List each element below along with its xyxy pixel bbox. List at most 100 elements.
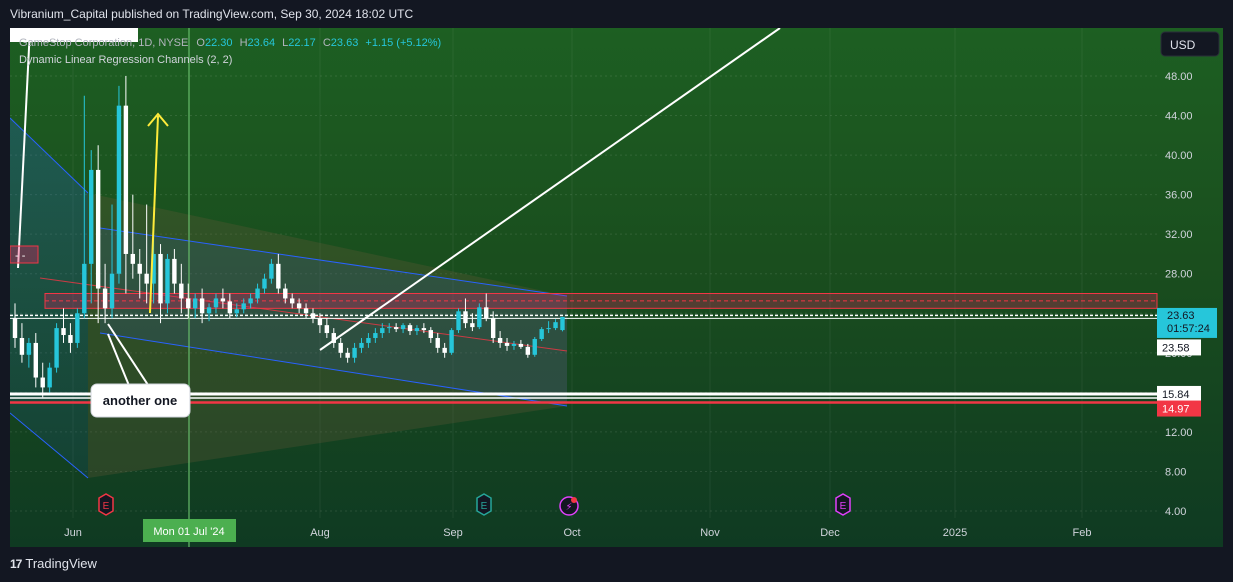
candle-body [40,377,45,388]
candle-body [116,105,122,274]
price-axis[interactable]: 48.0044.0040.0036.0032.0028.0024.0020.00… [1165,71,1193,518]
time-tick-label: Nov [700,527,720,539]
candle-body [227,301,233,314]
candle-body [456,311,461,331]
candle-body [172,258,177,284]
candle-body [366,337,371,343]
candle-body [137,263,142,274]
split-event-marker[interactable]: ⚡ [559,496,579,516]
legend-symbol: GameStop Corporation, 1D, NYSE [19,37,188,49]
earnings-marker-1-text: E [103,501,110,512]
candle-body [54,328,59,368]
candle-body [497,337,503,343]
time-tick-label: 2025 [943,527,967,539]
price-chart[interactable]: - - another one GameStop Corporation, 1D… [10,28,1223,547]
time-tick-label: Jun [64,527,82,539]
tradingview-logo[interactable]: 17 TradingView [10,556,97,571]
legend: GameStop Corporation, 1D, NYSE O22.30 H2… [19,37,441,66]
chart-frame[interactable]: - - another one GameStop Corporation, 1D… [10,28,1223,547]
candle-body [463,311,468,324]
candle-body [144,273,149,284]
candle-body [407,325,413,332]
candle-body [262,278,267,289]
candle-body [255,288,260,299]
candle-body [435,337,440,348]
support-1-label: 15.84 [1157,385,1201,402]
candle-body [317,318,323,326]
candle-body [532,338,537,355]
candle-body [553,322,558,329]
earnings-marker-1[interactable]: E [98,493,114,516]
publish-text: Vibranium_Capital published on TradingVi… [10,7,414,21]
price-tick-label: 4.00 [1165,506,1186,518]
publish-header: Vibranium_Capital published on TradingVi… [0,0,1233,28]
candle-body [186,298,191,309]
candle-body [484,307,489,319]
candle-body [158,253,163,304]
currency-button[interactable]: USD [1160,31,1220,57]
candle-body [33,342,38,378]
earnings-marker-2-text: E [840,501,847,512]
candle-body [47,367,52,388]
legend-h-label: H [240,37,248,49]
candle-body [345,352,350,358]
candle-body [82,263,87,314]
candle-body [179,283,184,299]
candle-body [192,298,198,309]
candle-body [421,328,427,331]
candle-body [560,316,565,331]
candle-body [199,298,205,314]
svg-text:GameStop Corporation, 1D, NYSE: GameStop Corporation, 1D, NYSE O22.30 H2… [19,37,441,49]
time-tick-label: Sep [443,527,463,539]
candle-body [373,333,378,338]
candle-body [75,313,80,343]
legend-c-value: 23.63 [331,37,359,49]
candle-body [539,329,544,339]
candle-body [109,273,115,309]
candle-body [234,309,239,314]
candle-body [331,333,336,343]
price-tick-label: 44.00 [1165,111,1193,123]
candle-body [380,328,385,334]
candle-body [19,337,25,355]
price-tick-label: 32.00 [1165,229,1193,241]
candle-body [283,288,288,299]
regression-price-value: 23.58 [1162,342,1190,354]
time-tick-label: Oct [563,527,580,539]
candle-body [290,298,295,304]
candle-body [12,318,18,338]
candle-body [296,303,302,309]
candle-body [525,346,531,355]
legend-c-label: C [323,37,331,49]
dividend-marker[interactable]: E [476,493,492,516]
support-2-value: 14.97 [1162,404,1190,416]
candle-body [206,307,212,314]
candle-body [511,343,517,346]
candle-body [248,298,253,304]
candle-body [165,258,170,304]
price-tick-label: 40.00 [1165,150,1193,162]
candle-body [518,343,524,347]
candle-body [490,318,496,338]
earnings-marker-2[interactable]: E [835,493,851,516]
candle-body [477,307,482,328]
last-price-value: 23.63 [1167,310,1195,322]
legend-h-value: 23.64 [248,37,276,49]
support-1-value: 15.84 [1162,389,1190,401]
candle-body [89,169,94,264]
footer-bar [0,547,1233,582]
candle-body [324,325,330,334]
tv-logo-icon: 17 [10,556,22,571]
split-event-marker-text: ⚡ [565,502,572,513]
candle-body [393,327,399,330]
price-tick-label: 28.00 [1165,269,1193,281]
candle-body [338,342,343,353]
candle-body [95,169,101,289]
candle-body [303,308,309,314]
legend-change: +1.15 (+5.12%) [365,37,441,49]
top-left-box-text: - - [15,250,26,262]
candle-body [352,347,357,358]
candle-body [428,330,433,338]
currency-label: USD [1170,38,1196,52]
legend-l-value: 22.17 [288,37,316,49]
